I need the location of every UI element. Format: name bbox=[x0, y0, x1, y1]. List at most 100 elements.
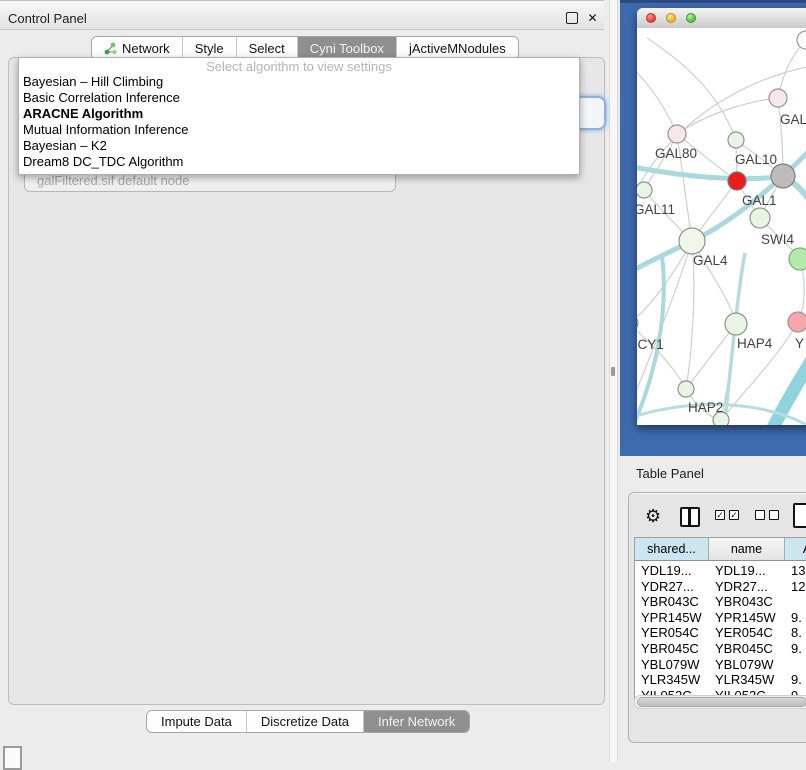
tab-infer-network[interactable]: Infer Network bbox=[364, 711, 469, 732]
network-node[interactable] bbox=[771, 164, 795, 188]
network-node[interactable] bbox=[725, 313, 747, 335]
tab-impute-data[interactable]: Impute Data bbox=[147, 711, 247, 732]
node-label: GCY1 bbox=[637, 337, 664, 352]
node-label: GAL1 bbox=[742, 193, 777, 208]
network-node[interactable] bbox=[789, 248, 806, 270]
node-label: GAL11 bbox=[637, 202, 675, 217]
table-cell[interactable]: 13 bbox=[791, 563, 806, 579]
column-header[interactable]: A bbox=[785, 538, 806, 561]
column-header[interactable]: shared... bbox=[635, 538, 709, 561]
table-cell[interactable]: YDL19... bbox=[641, 563, 707, 579]
table-cell[interactable]: YBR043C bbox=[715, 594, 783, 610]
table-cell[interactable]: YDR27... bbox=[715, 579, 783, 595]
network-node[interactable] bbox=[678, 381, 694, 397]
network-window-titlebar[interactable] bbox=[637, 8, 806, 29]
node-label: GAL80 bbox=[655, 146, 697, 161]
checked-checkbox-icon[interactable]: ✓ bbox=[729, 510, 739, 520]
table-cell[interactable]: 8. bbox=[791, 625, 806, 641]
tab-label: Cyni Toolbox bbox=[310, 41, 384, 56]
network-node[interactable] bbox=[788, 312, 806, 332]
network-node[interactable] bbox=[668, 125, 686, 143]
float-panel-icon[interactable] bbox=[566, 12, 578, 24]
close-window-icon[interactable] bbox=[646, 13, 656, 23]
columns-icon[interactable] bbox=[680, 507, 700, 527]
table-cell[interactable] bbox=[791, 657, 806, 673]
network-node[interactable] bbox=[797, 31, 806, 49]
table-cell[interactable]: YER054C bbox=[641, 625, 707, 641]
network-window: GALGAL80GAL10GAL1GAL11SWI4GAL4GCY1HAP4YH… bbox=[637, 8, 806, 425]
network-icon bbox=[104, 42, 117, 55]
network-edge[interactable] bbox=[773, 318, 806, 425]
splitter-grip[interactable] bbox=[611, 367, 615, 376]
document-icon[interactable] bbox=[793, 503, 806, 528]
unchecked-checkbox-icon[interactable] bbox=[755, 510, 765, 520]
table-cell[interactable]: YBR045C bbox=[641, 641, 707, 657]
node-label: SWI4 bbox=[761, 232, 794, 247]
gear-icon[interactable]: ⚙ bbox=[645, 507, 661, 525]
column-header[interactable]: name bbox=[709, 538, 785, 561]
dropdown-prompt: Select algorithm to view settings bbox=[19, 58, 579, 74]
close-panel-icon[interactable]: ✕ bbox=[586, 12, 599, 25]
table-window: ⚙ ✓ ✓ shared...nameA YDL19... YDL19... 13 Y… bbox=[628, 492, 806, 743]
tab-select[interactable]: Select bbox=[237, 37, 298, 59]
network-node[interactable] bbox=[679, 228, 705, 254]
tab-jactivemnodules[interactable]: jActiveMNodules bbox=[397, 37, 518, 59]
tab-label: jActiveMNodules bbox=[409, 41, 506, 56]
table-cell[interactable]: YPR145W bbox=[715, 610, 783, 626]
table-cell[interactable]: 9. bbox=[791, 641, 806, 657]
tab-label: Style bbox=[195, 41, 224, 56]
table-cell[interactable]: 9. bbox=[791, 672, 806, 688]
zoom-window-icon[interactable] bbox=[686, 13, 696, 23]
table-cell[interactable]: YBL079W bbox=[641, 657, 707, 673]
tab-discretize-data[interactable]: Discretize Data bbox=[247, 711, 364, 732]
table-cell[interactable] bbox=[791, 594, 806, 610]
node-label: Y bbox=[795, 336, 804, 351]
node-label: GAL10 bbox=[735, 152, 777, 167]
table-cell[interactable]: YDR27... bbox=[641, 579, 707, 595]
bottom-tab-bar: Impute DataDiscretize DataInfer Network bbox=[146, 710, 470, 733]
network-node[interactable] bbox=[728, 132, 744, 148]
dropdown-item[interactable]: Dream8 DC_TDC Algorithm bbox=[19, 154, 579, 170]
table-cell[interactable]: 12 bbox=[791, 579, 806, 595]
tab-label: Network bbox=[122, 41, 170, 56]
tab-network[interactable]: Network bbox=[92, 37, 183, 59]
table-cell[interactable]: YLR345W bbox=[641, 672, 707, 688]
table-cell[interactable]: YBR045C bbox=[715, 641, 783, 657]
dropdown-item[interactable]: Mutual Information Inference bbox=[19, 122, 579, 138]
node-label: GAL4 bbox=[693, 253, 728, 268]
network-edge[interactable] bbox=[644, 134, 677, 190]
dropdown-item[interactable]: Bayesian – K2 bbox=[19, 138, 579, 154]
minimized-panel-icon[interactable] bbox=[3, 746, 22, 770]
network-node[interactable] bbox=[750, 208, 770, 228]
panel-splitter[interactable] bbox=[609, 0, 618, 762]
network-edge[interactable] bbox=[637, 58, 677, 134]
dropdown-item[interactable]: Bayesian – Hill Climbing bbox=[19, 74, 579, 90]
network-node[interactable] bbox=[637, 182, 652, 198]
table-cell[interactable]: YDL19... bbox=[715, 563, 783, 579]
node-label: HAP2 bbox=[688, 400, 723, 415]
control-panel-title: Control Panel bbox=[8, 11, 87, 26]
network-node[interactable] bbox=[769, 89, 787, 107]
table-horizontal-scrollbar[interactable] bbox=[634, 695, 806, 709]
network-edge[interactable] bbox=[677, 98, 778, 134]
control-panel-titlebar bbox=[0, 0, 604, 30]
table-cell[interactable]: YBR043C bbox=[641, 594, 707, 610]
network-canvas[interactable]: GALGAL80GAL10GAL1GAL11SWI4GAL4GCY1HAP4YH… bbox=[637, 28, 806, 425]
table-cell[interactable]: 9. bbox=[791, 610, 806, 626]
table-cell[interactable]: YPR145W bbox=[641, 610, 707, 626]
table-cell[interactable]: YBL079W bbox=[715, 657, 783, 673]
checked-checkbox-icon[interactable]: ✓ bbox=[715, 510, 725, 520]
minimize-window-icon[interactable] bbox=[666, 13, 676, 23]
table-cell[interactable]: YER054C bbox=[715, 625, 783, 641]
table-cell[interactable]: YLR345W bbox=[715, 672, 783, 688]
tab-cyni-toolbox[interactable]: Cyni Toolbox bbox=[298, 37, 397, 59]
unchecked-checkbox-icon[interactable] bbox=[769, 510, 779, 520]
network-node[interactable] bbox=[728, 172, 746, 190]
tab-label: Select bbox=[249, 41, 285, 56]
node-label: GAL bbox=[780, 112, 806, 127]
dropdown-item[interactable]: Basic Correlation Inference bbox=[19, 90, 579, 106]
network-edge[interactable] bbox=[778, 40, 806, 98]
dropdown-item[interactable]: ARACNE Algorithm bbox=[19, 106, 579, 122]
node-table[interactable]: shared...nameA YDL19... YDL19... 13 YDR27..… bbox=[634, 537, 806, 705]
tab-style[interactable]: Style bbox=[183, 37, 237, 59]
